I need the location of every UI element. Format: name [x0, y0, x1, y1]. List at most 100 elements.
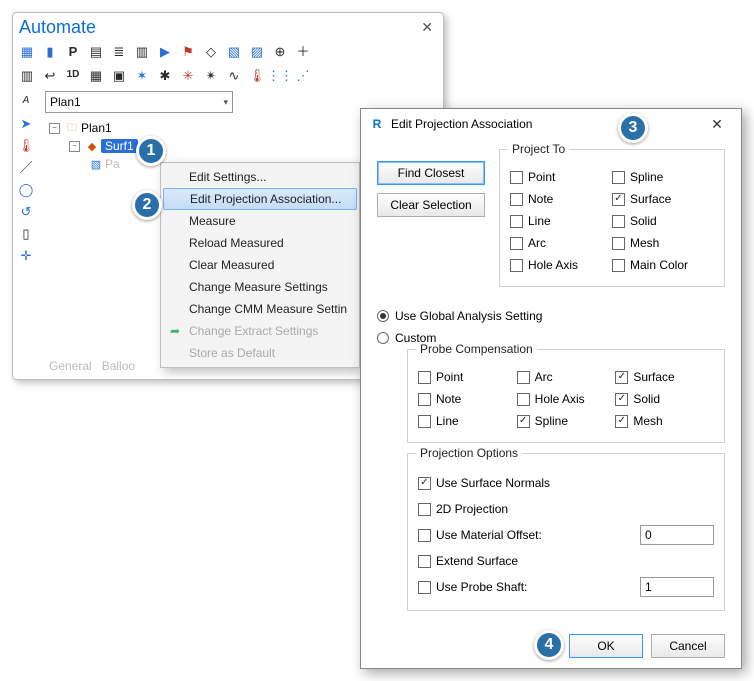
node3-icon[interactable]: ✳ [178, 65, 198, 85]
extract-arrow-icon: ➦ [167, 324, 183, 338]
dialog-close-button[interactable]: ✕ [697, 112, 737, 136]
node2-icon[interactable]: ✱ [155, 65, 175, 85]
cancel-button[interactable]: Cancel [651, 634, 725, 658]
ctx-reload-measured[interactable]: Reload Measured [161, 232, 359, 254]
cb-2d-projection[interactable] [418, 503, 431, 516]
thermo2-icon[interactable]: 🌡 [15, 135, 37, 155]
p-icon[interactable]: P [63, 41, 83, 61]
node4-icon[interactable]: ✴ [201, 65, 221, 85]
tree-plan-label: Plan1 [81, 121, 112, 135]
calc-icon[interactable]: ▦ [86, 65, 106, 85]
ctx-change-cmm-measure-settings[interactable]: Change CMM Measure Settin [161, 298, 359, 320]
flag-icon[interactable]: ⚑ [178, 41, 198, 61]
plus-icon[interactable]: ＋ [293, 41, 313, 61]
step-badge-4: 4 [534, 630, 564, 660]
ctx-edit-settings[interactable]: Edit Settings... [161, 166, 359, 188]
side-tool-strip: A ➤ 🌡 ／ ◯ ↺ ▯ ✛ [13, 87, 45, 269]
cb-hole-axis[interactable] [510, 259, 523, 272]
edit-projection-association-dialog: R Edit Projection Association ✕ Find Clo… [360, 108, 742, 669]
doc-new-icon[interactable]: ▦ [17, 41, 37, 61]
tab-balloon[interactable]: Balloo [102, 359, 135, 373]
panel-close-button[interactable]: ✕ [415, 19, 439, 36]
surf-icon: ◆ [85, 140, 99, 153]
cb-mesh[interactable] [612, 237, 625, 250]
radio-use-global[interactable]: Use Global Analysis Setting [377, 305, 725, 327]
cyl-icon[interactable]: ▯ [15, 223, 37, 243]
arrow-icon[interactable]: ➤ [15, 113, 37, 133]
step-badge-2: 2 [132, 190, 162, 220]
ctx-clear-measured[interactable]: Clear Measured [161, 254, 359, 276]
app-icon: R [369, 116, 385, 132]
ctx-store-as-default[interactable]: Store as Default [161, 342, 359, 364]
circle-left-icon[interactable]: ↺ [15, 201, 37, 221]
cb-arc[interactable] [510, 237, 523, 250]
target-icon[interactable]: ⊕ [270, 41, 290, 61]
tag-icon[interactable]: ◇ [201, 41, 221, 61]
grid2-icon[interactable]: ⋰ [293, 65, 313, 85]
film-icon[interactable]: ▥ [132, 41, 152, 61]
tree-pa-label: Pa [105, 157, 120, 171]
pc-cb-hole-axis[interactable] [517, 393, 530, 406]
radio-icon [377, 332, 389, 344]
1d-icon[interactable]: 1D [63, 65, 83, 85]
cb-use-material-offset[interactable] [418, 529, 431, 542]
expander-icon[interactable]: − [69, 141, 80, 152]
dialog-titlebar: R Edit Projection Association ✕ [361, 109, 741, 139]
hatch2-icon[interactable]: ▨ [247, 41, 267, 61]
a-script-icon[interactable]: A [15, 91, 37, 111]
cb-surface[interactable] [612, 193, 625, 206]
cb-use-surface-normals[interactable] [418, 477, 431, 490]
pc-cb-line[interactable] [418, 415, 431, 428]
sheet-icon[interactable]: ▥ [17, 65, 37, 85]
thermo-icon[interactable]: 🌡 [247, 65, 267, 85]
link-icon[interactable]: ∿ [224, 65, 244, 85]
ctx-edit-projection-association[interactable]: Edit Projection Association... [163, 188, 357, 210]
gizmo-icon[interactable]: ✛ [15, 245, 37, 265]
hatch-icon: ▧ [89, 158, 103, 171]
tab-general[interactable]: General [49, 359, 92, 373]
list-icon[interactable]: ≣ [109, 41, 129, 61]
line-tool-icon[interactable]: ／ [15, 157, 37, 177]
cb-point[interactable] [510, 171, 523, 184]
cb-solid[interactable] [612, 215, 625, 228]
node1-icon[interactable]: ✶ [132, 65, 152, 85]
back-icon[interactable]: ↩ [40, 65, 60, 85]
cb-spline[interactable] [612, 171, 625, 184]
ctx-measure[interactable]: Measure [161, 210, 359, 232]
doc-icon[interactable]: ▮ [40, 41, 60, 61]
play-icon[interactable]: ▶ [155, 41, 175, 61]
material-offset-input[interactable]: 0 [640, 525, 714, 545]
pc-cb-mesh[interactable] [615, 415, 628, 428]
pc-cb-point[interactable] [418, 371, 431, 384]
clear-selection-button[interactable]: Clear Selection [377, 193, 485, 217]
ctx-change-measure-settings[interactable]: Change Measure Settings [161, 276, 359, 298]
pc-cb-arc[interactable] [517, 371, 530, 384]
pc-cb-note[interactable] [418, 393, 431, 406]
find-closest-button[interactable]: Find Closest [377, 161, 485, 185]
grid1-icon[interactable]: ⋮⋮ [270, 65, 290, 85]
ctx-change-extract-settings[interactable]: ➦ Change Extract Settings [161, 320, 359, 342]
cb-use-probe-shaft[interactable] [418, 581, 431, 594]
pc-cb-solid[interactable] [615, 393, 628, 406]
hatch1-icon[interactable]: ▧ [224, 41, 244, 61]
probe-comp-legend: Probe Compensation [416, 342, 537, 356]
probe-shaft-input[interactable]: 1 [640, 577, 714, 597]
radio-icon [377, 310, 389, 322]
pc-cb-surface[interactable] [615, 371, 628, 384]
dialog-title: Edit Projection Association [391, 117, 697, 131]
plan-select-value: Plan1 [50, 95, 81, 109]
cb-line[interactable] [510, 215, 523, 228]
expander-icon[interactable]: − [49, 123, 60, 134]
cb-extend-surface[interactable] [418, 555, 431, 568]
tree-surf-label: Surf1 [101, 139, 138, 153]
table-icon[interactable]: ▤ [86, 41, 106, 61]
cb-main-color[interactable] [612, 259, 625, 272]
circle-tool-icon[interactable]: ◯ [15, 179, 37, 199]
stamp-icon[interactable]: ▣ [109, 65, 129, 85]
cb-note[interactable] [510, 193, 523, 206]
ok-button[interactable]: OK [569, 634, 643, 658]
plan-select[interactable]: Plan1 ▾ [45, 91, 233, 113]
project-to-group: Project To Point Note Line Arc Hole Axis… [499, 149, 725, 287]
pc-cb-spline[interactable] [517, 415, 530, 428]
probe-comp-group: Probe Compensation Point Note Line Arc H… [407, 349, 725, 443]
